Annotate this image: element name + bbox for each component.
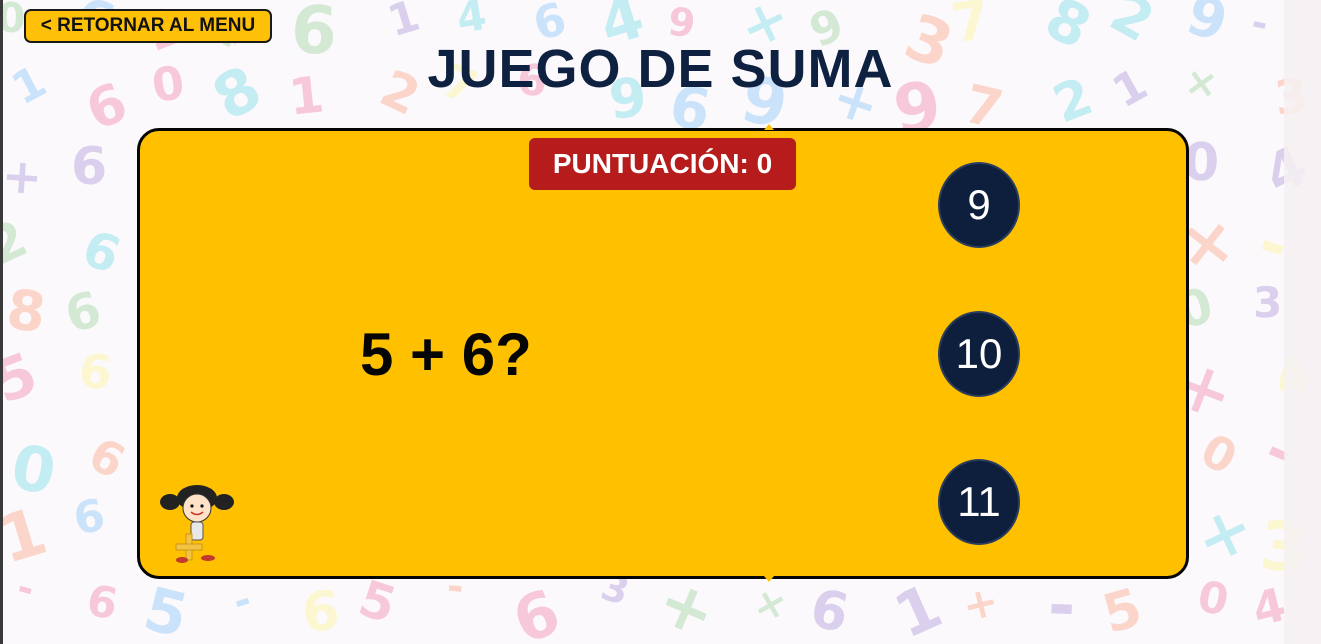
background-number-glyph: 5 <box>137 573 195 644</box>
background-number-glyph: 6 <box>805 577 854 644</box>
background-number-glyph: 0 <box>0 0 26 42</box>
background-number-glyph: 6 <box>58 280 108 345</box>
background-number-glyph: 6 <box>74 218 129 286</box>
background-number-glyph: 0 <box>1192 422 1246 486</box>
background-number-glyph: 5 <box>351 569 403 635</box>
girl-with-plus-sign-icon <box>160 485 234 563</box>
background-number-glyph: 5 <box>1096 577 1149 644</box>
background-number-glyph: + <box>0 147 45 207</box>
board-notch-bottom <box>764 576 774 582</box>
background-number-glyph: 6 <box>71 137 108 197</box>
background-number-glyph: 2 <box>0 209 37 278</box>
background-number-glyph: 6 <box>82 575 122 631</box>
background-number-glyph: 6 <box>503 574 570 644</box>
question-text: 5 + 6? <box>360 321 532 388</box>
answer-option-2[interactable]: 10 <box>938 311 1020 397</box>
answer-option-3[interactable]: 11 <box>938 459 1020 545</box>
page-title: JUEGO DE SUMA <box>427 39 894 99</box>
background-number-glyph: - <box>1046 566 1077 644</box>
background-number-glyph: 6 <box>80 426 134 490</box>
background-number-glyph: × <box>749 578 792 630</box>
background-number-glyph: 4 <box>453 0 490 43</box>
score-badge: PUNTUACIÓN: 0 <box>529 138 796 190</box>
background-number-glyph: - <box>227 576 257 626</box>
background-number-glyph: 1 <box>0 494 56 579</box>
game-board <box>137 128 1189 579</box>
board-notch-top <box>764 124 774 130</box>
background-number-glyph: × <box>1190 492 1261 575</box>
background-number-glyph: 0 <box>5 429 62 510</box>
background-number-glyph: 6 <box>69 489 110 546</box>
background-number-glyph: 5 <box>0 339 47 417</box>
answer-option-1[interactable]: 9 <box>938 162 1020 248</box>
background-number-glyph: 0 <box>1193 571 1233 627</box>
background-number-glyph: 6 <box>76 343 115 402</box>
background-number-glyph: 6 <box>300 579 342 644</box>
background-number-glyph: 3 <box>1252 277 1283 328</box>
background-number-glyph: 8 <box>3 276 50 346</box>
background-number-glyph: + <box>957 575 1004 632</box>
background-number-glyph: 1 <box>884 570 953 644</box>
